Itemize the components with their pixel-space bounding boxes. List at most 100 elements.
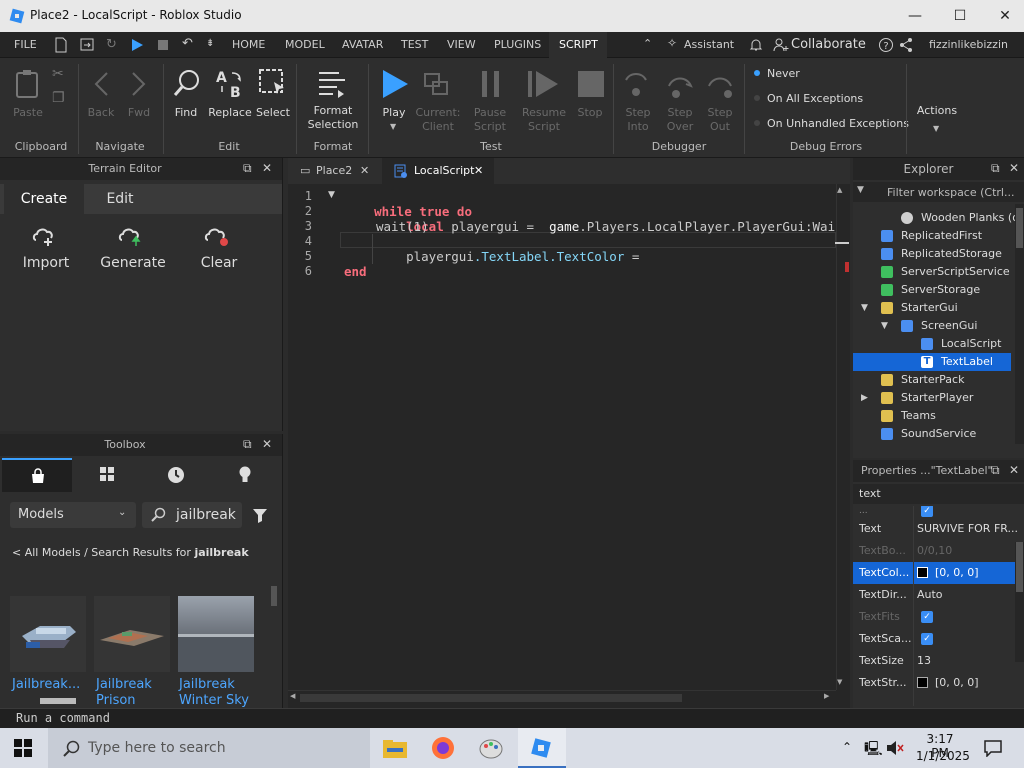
paint-app-icon[interactable] xyxy=(479,736,503,760)
close-icon[interactable]: ✕ xyxy=(262,437,272,451)
username[interactable]: fizzinlikebizzin xyxy=(929,38,1008,51)
play-button[interactable]: Play xyxy=(374,106,414,120)
import-tool[interactable]: Import xyxy=(6,255,86,271)
code-line[interactable]: end xyxy=(344,264,367,279)
step-into-icon[interactable] xyxy=(623,70,653,100)
tab-home[interactable]: HOME xyxy=(232,38,265,51)
undock-icon[interactable]: ⧉ xyxy=(991,161,1000,176)
explorer-filter-input[interactable]: ▼ Filter workspace (Ctrl... xyxy=(853,182,1024,202)
property-row[interactable]: TextBo... 0/0,10 xyxy=(853,540,1024,562)
replace-button[interactable]: Replace xyxy=(206,106,254,120)
close-icon[interactable]: ✕ xyxy=(1009,463,1019,477)
tab-creations[interactable] xyxy=(212,458,282,492)
actions-button[interactable]: Actions xyxy=(912,104,962,118)
tree-item-starterpack[interactable]: StarterPack xyxy=(853,371,1024,389)
import-icon[interactable] xyxy=(32,224,60,248)
search-breadcrumb[interactable]: < All Models / Search Results for jailbr… xyxy=(12,546,249,559)
undock-icon[interactable]: ⧉ xyxy=(991,463,1000,478)
redo-icon[interactable]: ↻ xyxy=(106,37,117,52)
properties-filter-input[interactable]: text xyxy=(853,484,1024,504)
tree-item-startergui[interactable]: ▼ StarterGui xyxy=(853,299,1024,317)
quick-access-dropdown-icon[interactable]: ⇟ xyxy=(206,38,214,49)
play-large-icon[interactable] xyxy=(380,68,410,100)
back-button[interactable]: Back xyxy=(84,106,118,120)
scroll-up-arrow-icon[interactable]: ▲ xyxy=(837,186,842,194)
format-selection-icon[interactable] xyxy=(316,68,348,100)
close-button[interactable]: ✕ xyxy=(990,4,1020,28)
property-value[interactable]: SURVIVE FOR FR... xyxy=(917,518,1018,540)
close-icon[interactable]: ✕ xyxy=(360,158,369,184)
scroll-right-arrow-icon[interactable]: ▶ xyxy=(824,692,829,700)
tab-marketplace[interactable] xyxy=(2,458,72,492)
step-over-icon[interactable] xyxy=(666,70,696,100)
tree-item-starterplayer[interactable]: ▶ StarterPlayer xyxy=(853,389,1024,407)
tab-model[interactable]: MODEL xyxy=(285,38,325,51)
property-row[interactable]: TextDir... Auto xyxy=(853,584,1024,606)
tree-item-replicatedfirst[interactable]: ReplicatedFirst xyxy=(853,227,1024,245)
stop-icon[interactable] xyxy=(156,38,170,52)
explorer-scrollbar[interactable] xyxy=(1015,204,1024,444)
find-button[interactable]: Find xyxy=(168,106,204,120)
tab-localscript[interactable]: LocalScript ✕ xyxy=(382,158,494,184)
scrollbar-thumb[interactable] xyxy=(300,694,682,702)
network-icon[interactable]: 🖳 xyxy=(864,738,883,762)
collaborate-button[interactable]: Collaborate xyxy=(791,37,866,52)
minimize-button[interactable]: — xyxy=(900,4,930,28)
clear-icon[interactable] xyxy=(204,224,232,248)
tree-item-screengui[interactable]: ▼ ScreenGui xyxy=(853,317,1024,335)
model-thumbnail[interactable] xyxy=(178,596,254,672)
never-radio[interactable] xyxy=(754,70,760,76)
stop-button[interactable]: Stop xyxy=(572,106,608,120)
windows-start-icon[interactable] xyxy=(14,739,32,757)
generate-icon[interactable] xyxy=(118,224,146,248)
on-all-exceptions-radio[interactable] xyxy=(754,95,760,101)
command-bar[interactable]: Run a command xyxy=(0,708,1024,728)
never-option[interactable]: Never xyxy=(767,67,800,80)
model-thumbnail[interactable] xyxy=(94,596,170,672)
model-name[interactable]: Jailbreak... xyxy=(12,677,80,693)
close-icon[interactable]: ✕ xyxy=(474,158,483,184)
step-into-button[interactable]: Step Into xyxy=(618,106,658,134)
property-value[interactable]: 0/0,10 xyxy=(917,540,952,562)
maximize-button[interactable]: ☐ xyxy=(945,4,975,28)
notification-center-icon[interactable] xyxy=(984,739,1002,757)
paste-button[interactable]: Paste xyxy=(10,106,46,120)
open-file-icon[interactable] xyxy=(80,37,94,53)
scroll-down-arrow-icon[interactable]: ▼ xyxy=(837,678,842,686)
assistant-icon[interactable]: ✧ xyxy=(667,36,677,50)
checkbox[interactable]: ✓ xyxy=(921,633,933,645)
toolbox-scrollbar[interactable] xyxy=(271,586,277,606)
expand-arrow-icon[interactable]: ▼ xyxy=(861,299,868,317)
select-button[interactable]: Select xyxy=(254,106,292,120)
color-swatch[interactable] xyxy=(917,677,928,688)
tray-overflow-chevron-icon[interactable]: ⌃ xyxy=(842,740,852,754)
tab-view[interactable]: VIEW xyxy=(447,38,476,51)
command-input[interactable]: Run a command xyxy=(16,711,110,725)
resume-icon[interactable] xyxy=(526,68,560,100)
tree-item-serverstorage[interactable]: ServerStorage xyxy=(853,281,1024,299)
file-explorer-icon[interactable] xyxy=(383,738,407,758)
notifications-bell-icon[interactable] xyxy=(749,37,763,53)
tab-place2[interactable]: ▭ Place2 ✕ xyxy=(294,158,380,184)
tab-script[interactable]: SCRIPT xyxy=(559,38,598,51)
clear-tool[interactable]: Clear xyxy=(179,255,259,271)
collapse-ribbon-icon[interactable]: ⌃ xyxy=(643,37,652,50)
stop-large-icon[interactable] xyxy=(576,68,606,100)
tree-item-teams[interactable]: Teams xyxy=(853,407,1024,425)
roblox-studio-taskbar-button[interactable] xyxy=(518,728,566,768)
horizontal-scrollbar[interactable]: ◀ ▶ xyxy=(288,690,836,704)
collaborate-icon[interactable] xyxy=(773,37,789,53)
taskbar-date[interactable]: 1/1/2025 xyxy=(916,749,970,763)
file-menu[interactable]: FILE xyxy=(14,38,37,51)
scroll-left-arrow-icon[interactable]: ◀ xyxy=(290,692,295,700)
undock-icon[interactable]: ⧉ xyxy=(243,161,252,176)
play-icon[interactable] xyxy=(130,38,144,52)
paste-icon[interactable] xyxy=(14,68,44,100)
color-swatch[interactable] xyxy=(917,567,928,578)
property-row-textcolor[interactable]: TextCol... [0, 0, 0] xyxy=(853,562,1024,584)
forward-button[interactable]: Fwd xyxy=(122,106,156,120)
undock-icon[interactable]: ⧉ xyxy=(243,437,252,452)
collapse-arrow-icon[interactable]: ▶ xyxy=(861,389,868,407)
actions-dropdown-icon[interactable]: ▼ xyxy=(933,124,939,133)
search-input[interactable]: jailbreak xyxy=(142,502,242,528)
